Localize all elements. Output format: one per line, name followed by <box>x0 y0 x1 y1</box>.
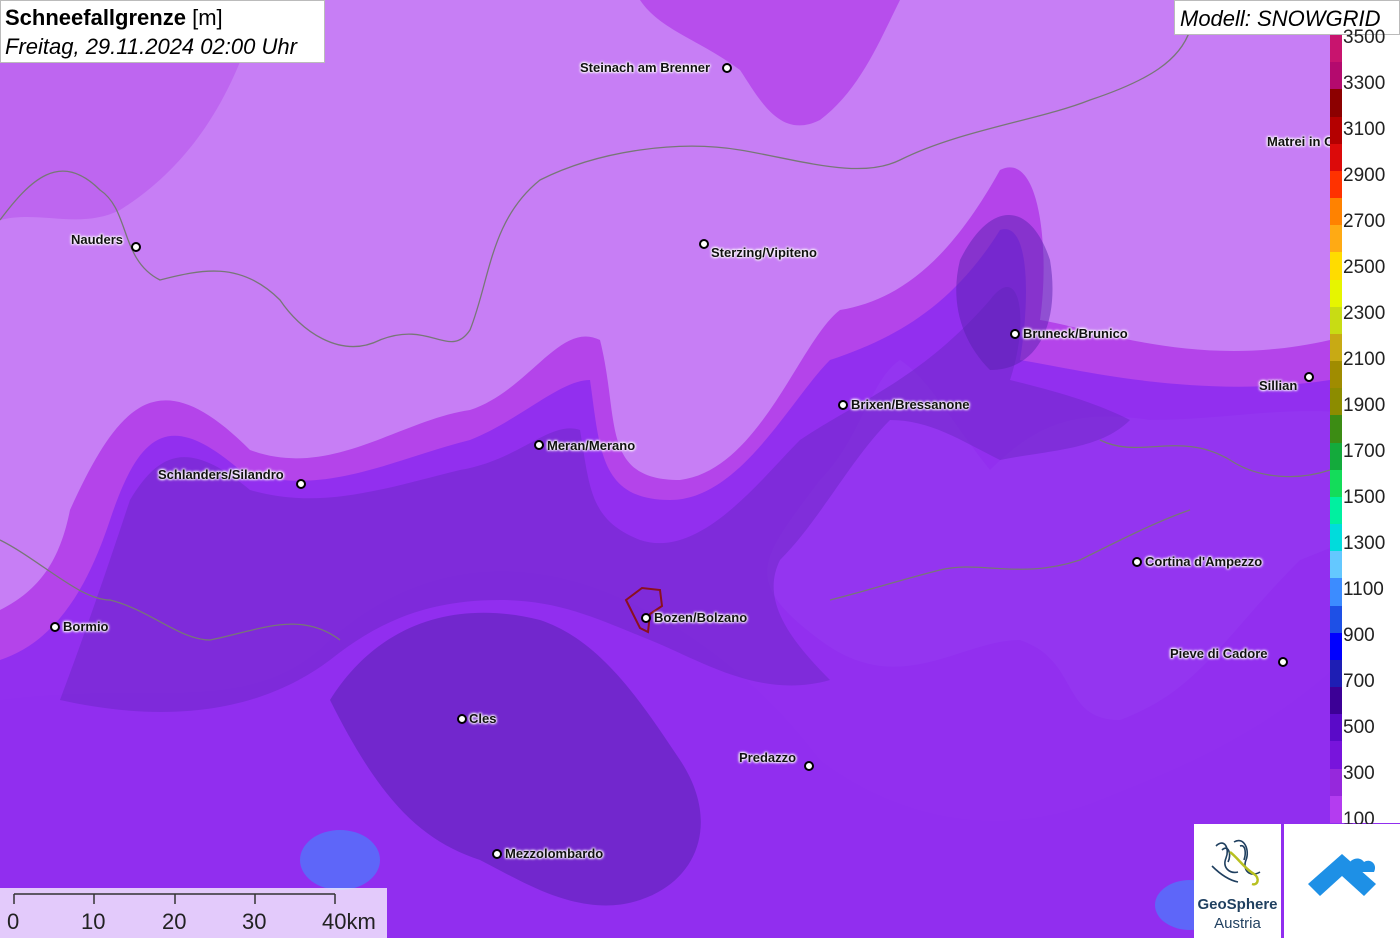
legend-swatch <box>1330 687 1342 715</box>
legend-label: 1700 <box>1343 441 1386 462</box>
city-label-pieve: Pieve di Cadore <box>1170 646 1268 661</box>
city-label-bruneck: Bruneck/Brunico <box>1023 326 1128 341</box>
scale-tick-40km: 40km <box>322 909 376 934</box>
legend-color-bar <box>1330 35 1342 824</box>
city-label-meran: Meran/Merano <box>547 438 636 453</box>
city-label-cortina: Cortina d'Ampezzo <box>1145 554 1263 569</box>
scale-tick-0: 0 <box>7 909 20 934</box>
legend-swatch <box>1330 442 1342 471</box>
city-marker-predazzo[interactable] <box>804 761 814 771</box>
geosphere-brand-line1: GeoSphere <box>1197 896 1278 913</box>
legend-swatch <box>1330 578 1342 607</box>
city-label-nauders: Nauders <box>71 232 124 247</box>
legend-swatch <box>1330 35 1342 63</box>
scale-bar: 0 10 20 30 40km <box>0 888 387 938</box>
city-marker-cortina[interactable] <box>1132 557 1142 567</box>
geosphere-brand-line2: Austria <box>1214 915 1261 932</box>
legend-swatch <box>1330 415 1342 444</box>
legend-swatch <box>1330 714 1342 742</box>
city-marker-bormio[interactable] <box>50 622 60 632</box>
legend-label: 3500 <box>1343 27 1386 48</box>
city-marker-nauders[interactable] <box>131 242 141 252</box>
scale-tick-20: 20 <box>162 909 187 934</box>
city-marker-schlanders[interactable] <box>296 479 306 489</box>
city-marker-brixen[interactable] <box>838 400 848 410</box>
city-label-sterzing: Sterzing/Vipiteno <box>711 245 817 260</box>
geosphere-logo[interactable]: GeoSphere Austria <box>1194 824 1281 938</box>
legend-swatch <box>1330 605 1342 634</box>
legend-swatch <box>1330 225 1342 253</box>
legend-swatch <box>1330 524 1342 552</box>
legend-swatch <box>1330 551 1342 579</box>
legend-label: 1300 <box>1343 533 1386 554</box>
city-label-mezzolombardo: Mezzolombardo <box>505 846 604 861</box>
app-logo[interactable] <box>1284 824 1400 938</box>
city-marker-steinach[interactable] <box>722 63 732 73</box>
city-label-bozen: Bozen/Bolzano <box>654 610 748 625</box>
legend-swatch <box>1330 170 1342 199</box>
legend-swatch <box>1330 333 1342 362</box>
legend-swatch <box>1330 252 1342 281</box>
map-datetime: Freitag, 29.11.2024 02:00 Uhr <box>5 34 297 59</box>
geosphere-emblem-icon <box>1211 839 1261 886</box>
scale-tick-30: 30 <box>242 909 267 934</box>
city-label-schlanders: Schlanders/Silandro <box>158 467 284 482</box>
city-label-sillian: Sillian <box>1259 378 1298 393</box>
legend-label: 1900 <box>1343 395 1386 416</box>
city-marker-mezzolombardo[interactable] <box>492 849 502 859</box>
map-title-box: Schneefallgrenze [m] Freitag, 29.11.2024… <box>0 0 325 63</box>
legend-swatch <box>1330 143 1342 172</box>
city-marker-cles[interactable] <box>457 714 467 724</box>
legend-label: 3300 <box>1343 73 1386 94</box>
city-label-bormio: Bormio <box>63 619 109 634</box>
legend-swatch <box>1330 768 1342 797</box>
legend-swatch <box>1330 496 1342 525</box>
legend-label: 900 <box>1343 625 1375 646</box>
legend-label: 2900 <box>1343 165 1386 186</box>
legend-label: 1500 <box>1343 487 1386 508</box>
legend-label: 2100 <box>1343 349 1386 370</box>
legend-label: 2700 <box>1343 211 1386 232</box>
map-title: Schneefallgrenze [m] <box>5 5 223 30</box>
city-marker-sillian[interactable] <box>1304 372 1314 382</box>
legend-swatch <box>1330 279 1342 308</box>
legend-label: 1100 <box>1343 579 1384 600</box>
color-legend: 3500 3300 3100 2900 2700 2500 2300 2100 1900 1700… <box>1330 27 1400 830</box>
city-marker-meran[interactable] <box>534 440 544 450</box>
city-label-brixen: Brixen/Bressanone <box>851 397 970 412</box>
city-label-cles: Cles <box>469 711 497 726</box>
legend-swatch <box>1330 361 1342 389</box>
legend-swatch <box>1330 89 1342 118</box>
legend-swatch <box>1330 795 1342 824</box>
legend-label: 300 <box>1343 763 1375 784</box>
legend-swatch <box>1330 388 1342 416</box>
city-label-steinach: Steinach am Brenner <box>580 60 711 75</box>
legend-label: 2300 <box>1343 303 1386 324</box>
legend-swatch <box>1330 198 1342 226</box>
city-marker-pieve[interactable] <box>1278 657 1288 667</box>
legend-swatch <box>1330 741 1342 770</box>
legend-swatch <box>1330 632 1342 661</box>
legend-label: 3100 <box>1343 119 1386 140</box>
city-marker-sterzing[interactable] <box>699 239 709 249</box>
city-marker-bruneck[interactable] <box>1010 329 1020 339</box>
legend-swatch <box>1330 469 1342 498</box>
legend-label: 2500 <box>1343 257 1386 278</box>
legend-swatch <box>1330 116 1342 145</box>
city-marker-bozen[interactable] <box>641 613 651 623</box>
app-arrow-icon <box>1308 854 1376 896</box>
city-label-predazzo: Predazzo <box>739 750 797 765</box>
legend-swatch <box>1330 659 1342 688</box>
legend-label: 500 <box>1343 717 1375 738</box>
scale-tick-10: 10 <box>81 909 106 934</box>
legend-label: 700 <box>1343 671 1375 692</box>
legend-swatch <box>1330 62 1342 90</box>
legend-swatch <box>1330 306 1342 335</box>
